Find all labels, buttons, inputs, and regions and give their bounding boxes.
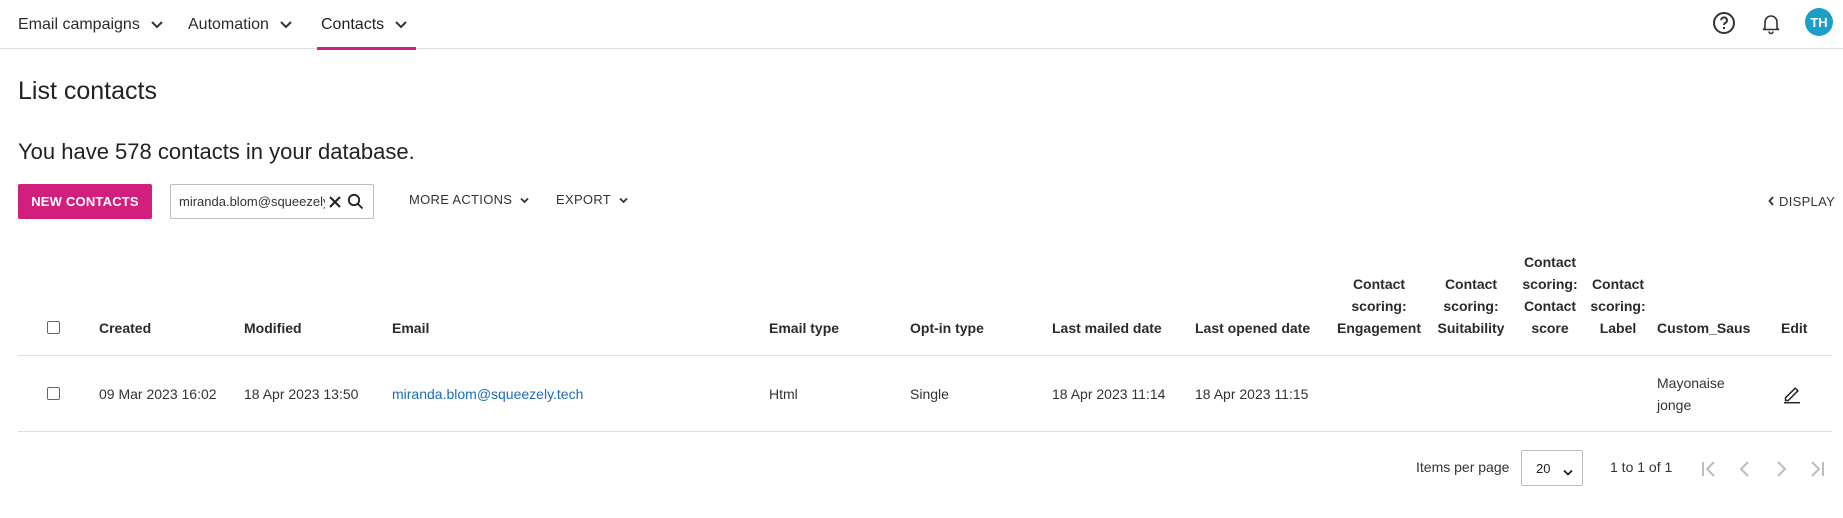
chevron-down-icon bbox=[520, 192, 529, 207]
pencil-icon bbox=[1782, 387, 1802, 407]
header-engagement-line: scoring: bbox=[1351, 298, 1407, 314]
display-button[interactable]: DISPLAY bbox=[1768, 194, 1835, 209]
new-contacts-button[interactable]: NEW CONTACTS bbox=[18, 184, 152, 219]
header-created[interactable]: Created bbox=[99, 317, 151, 339]
header-engagement-line: Engagement bbox=[1336, 320, 1421, 336]
more-actions-label: MORE ACTIONS bbox=[409, 192, 513, 207]
cell-custom-saus: Mayonaise jonge bbox=[1657, 372, 1725, 416]
clear-icon[interactable] bbox=[327, 194, 343, 210]
header-contact-score-line: Contact bbox=[1523, 298, 1577, 314]
display-label: DISPLAY bbox=[1779, 194, 1836, 209]
more-actions-button[interactable]: MORE ACTIONS bbox=[409, 192, 529, 207]
header-contact-score-line: Contact bbox=[1523, 254, 1577, 270]
bell-icon[interactable] bbox=[1756, 8, 1786, 38]
help-icon[interactable] bbox=[1709, 8, 1739, 38]
header-engagement[interactable]: Contact scoring: Engagement bbox=[1336, 273, 1422, 339]
first-page-icon[interactable] bbox=[1698, 458, 1720, 480]
contacts-summary: You have 578 contacts in your database. bbox=[18, 139, 415, 164]
nav-email-campaigns[interactable]: Email campaigns bbox=[18, 0, 164, 49]
email-link[interactable]: miranda.blom@squeezely.tech bbox=[392, 386, 583, 402]
export-label: EXPORT bbox=[556, 192, 612, 207]
items-per-page-label: Items per page bbox=[1416, 459, 1510, 475]
search-box bbox=[170, 184, 374, 219]
last-page-icon[interactable] bbox=[1806, 458, 1828, 480]
header-engagement-line: Contact bbox=[1352, 276, 1406, 292]
header-optin-type[interactable]: Opt-in type bbox=[910, 317, 984, 339]
cell-custom-saus-line: jonge bbox=[1657, 397, 1692, 413]
edit-button[interactable] bbox=[1782, 384, 1802, 410]
paginator: Items per page 20 1 to 1 of 1 bbox=[0, 450, 1843, 486]
cell-custom-saus-line: Mayonaise bbox=[1657, 375, 1725, 391]
header-label-line: Contact bbox=[1591, 276, 1645, 292]
header-label[interactable]: Contact scoring: Label bbox=[1586, 273, 1650, 339]
search-input[interactable] bbox=[179, 194, 325, 209]
search-icon[interactable] bbox=[347, 193, 364, 210]
nav-email-campaigns-label: Email campaigns bbox=[18, 15, 140, 33]
chevron-left-icon bbox=[1768, 194, 1774, 209]
chevron-down-icon bbox=[150, 20, 164, 30]
header-edit: Edit bbox=[1781, 320, 1808, 336]
nav-automation[interactable]: Automation bbox=[188, 0, 293, 49]
chevron-down-icon bbox=[279, 20, 293, 30]
cell-modified: 18 Apr 2023 13:50 bbox=[244, 386, 359, 402]
page-title: List contacts bbox=[18, 77, 157, 105]
cell-email-type: Html bbox=[769, 386, 798, 402]
header-last-mailed-date[interactable]: Last mailed date bbox=[1052, 317, 1162, 339]
header-suitability[interactable]: Contact scoring: Suitability bbox=[1433, 273, 1509, 339]
page-size-select[interactable]: 20 bbox=[1521, 450, 1583, 486]
header-suitability-line: Contact bbox=[1444, 276, 1498, 292]
top-navigation: Email campaigns Automation Contacts TH bbox=[0, 0, 1843, 50]
header-suitability-line: Suitability bbox=[1437, 320, 1505, 336]
chevron-down-icon bbox=[394, 20, 408, 30]
row-checkbox[interactable] bbox=[47, 387, 60, 400]
cell-last-opened-date: 18 Apr 2023 11:15 bbox=[1195, 386, 1309, 402]
avatar-initials: TH bbox=[1810, 14, 1828, 30]
cell-created: 09 Mar 2023 16:02 bbox=[99, 386, 217, 402]
avatar[interactable]: TH bbox=[1805, 8, 1833, 36]
chevron-down-icon bbox=[619, 192, 628, 207]
chevron-down-icon bbox=[1563, 465, 1573, 480]
header-contact-score-line: scoring: bbox=[1522, 276, 1578, 292]
table-header: Created Modified Email Email type Opt-in… bbox=[18, 246, 1832, 356]
previous-page-icon[interactable] bbox=[1734, 458, 1756, 480]
header-contact-score-line: score bbox=[1531, 320, 1569, 336]
header-email-type[interactable]: Email type bbox=[769, 317, 839, 339]
header-email[interactable]: Email bbox=[392, 317, 429, 339]
header-last-opened-date[interactable]: Last opened date bbox=[1195, 317, 1310, 339]
cell-email: miranda.blom@squeezely.tech bbox=[392, 383, 583, 405]
contacts-table: Created Modified Email Email type Opt-in… bbox=[18, 246, 1832, 432]
export-button[interactable]: EXPORT bbox=[556, 192, 628, 207]
cell-last-mailed-date: 18 Apr 2023 11:14 bbox=[1052, 386, 1166, 402]
nav-contacts[interactable]: Contacts bbox=[316, 0, 417, 50]
header-custom-saus[interactable]: Custom_Saus bbox=[1657, 317, 1750, 339]
header-label-line: Label bbox=[1599, 320, 1637, 336]
nav-automation-label: Automation bbox=[188, 15, 269, 33]
select-all-checkbox[interactable] bbox=[47, 321, 60, 334]
header-label-line: scoring: bbox=[1590, 298, 1646, 314]
table-row[interactable]: 09 Mar 2023 16:02 18 Apr 2023 13:50 mira… bbox=[18, 356, 1832, 432]
cell-optin-type: Single bbox=[910, 386, 949, 402]
page-range-label: 1 to 1 of 1 bbox=[1610, 459, 1673, 475]
header-suitability-line: scoring: bbox=[1443, 298, 1499, 314]
next-page-icon[interactable] bbox=[1770, 458, 1792, 480]
header-contact-score[interactable]: Contact scoring: Contact score bbox=[1517, 251, 1583, 339]
nav-contacts-label: Contacts bbox=[321, 15, 385, 33]
header-modified[interactable]: Modified bbox=[244, 317, 302, 339]
page-size-value: 20 bbox=[1536, 460, 1551, 476]
